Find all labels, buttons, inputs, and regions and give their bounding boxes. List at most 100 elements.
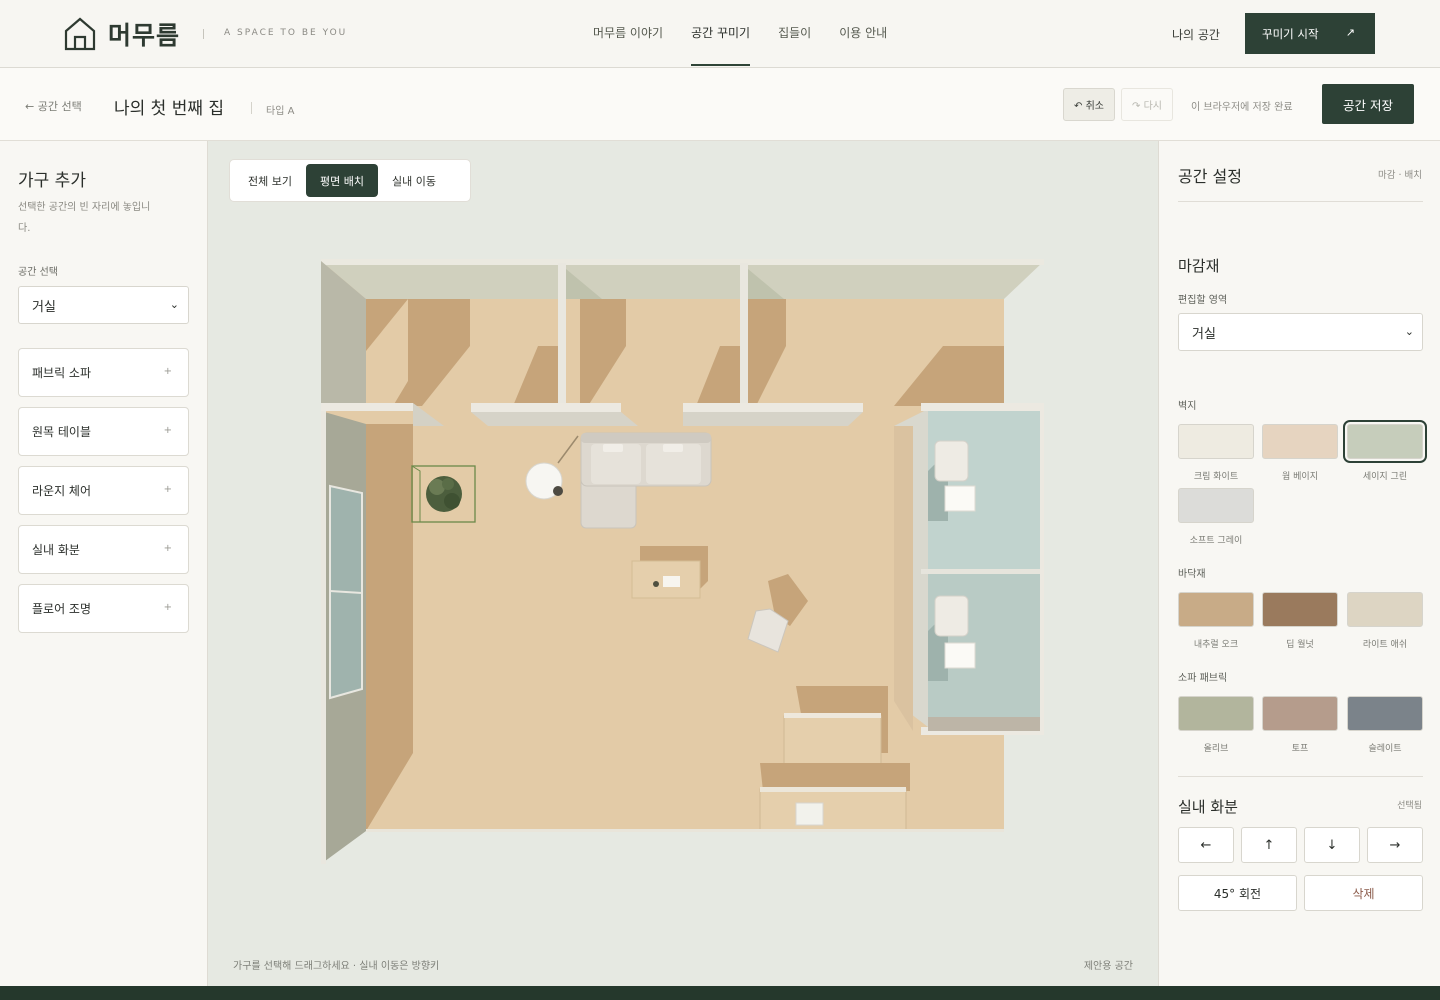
my-space-link[interactable]: 나의 공간 xyxy=(1172,26,1220,43)
floor-swatch-natural-oak[interactable] xyxy=(1178,592,1254,627)
area-select-dropdown[interactable]: 거실 ⌄ xyxy=(1178,313,1423,351)
table-book xyxy=(663,576,680,587)
space-settings-panel: 공간 설정 마감 · 배치 마감재 편집할 영역 거실 ⌄ 벽지 크림 화이트 … xyxy=(1158,141,1440,986)
plus-icon: + xyxy=(163,543,172,554)
move-up-button[interactable]: ↑ xyxy=(1241,827,1297,863)
lamp-base xyxy=(553,486,563,496)
tab-full-view[interactable]: 전체 보기 xyxy=(234,164,306,197)
inner-wall xyxy=(321,403,413,411)
toilet xyxy=(934,595,969,637)
sofa-back xyxy=(581,433,711,443)
logo-divider xyxy=(203,29,204,39)
sink xyxy=(944,642,976,669)
partition-wall xyxy=(558,263,566,406)
furniture-label: 라운지 체어 xyxy=(32,484,92,498)
rotate-45-button[interactable]: 45° 회전 xyxy=(1178,875,1297,911)
save-space-button[interactable]: 공간 저장 xyxy=(1322,84,1414,124)
floorplan-canvas[interactable]: 전체 보기 평면 배치 실내 이동 가구를 선택해 드래그하세요 · 실내 이동… xyxy=(208,141,1158,986)
partition-wall xyxy=(740,263,748,406)
sofa-swatch-olive[interactable] xyxy=(1178,696,1254,731)
bathroom-top-wall xyxy=(921,403,1044,411)
sideboard-top xyxy=(784,713,881,718)
sofa-pillow xyxy=(603,444,623,452)
view-mode-tabs: 전체 보기 평면 배치 실내 이동 xyxy=(229,159,471,202)
area-select-value: 거실 xyxy=(1192,326,1216,342)
delete-item-button[interactable]: 삭제 xyxy=(1304,875,1423,911)
furniture-label: 실내 화분 xyxy=(32,543,80,557)
divider xyxy=(1178,776,1423,777)
bathroom-divider xyxy=(921,569,1044,574)
add-wood-table-button[interactable]: 원목 테이블 + xyxy=(18,407,189,456)
nav-link-decorate[interactable]: 공간 꾸미기 xyxy=(691,0,751,68)
sink xyxy=(944,485,976,512)
move-left-button[interactable]: ← xyxy=(1178,827,1234,863)
swatch-label: 토프 xyxy=(1291,744,1309,754)
desk-top xyxy=(760,787,906,792)
bottom-wall xyxy=(366,829,1004,832)
inner-wall-shade xyxy=(471,412,638,426)
top-wall-edge xyxy=(321,259,1044,265)
swatch-label: 슬레이트 xyxy=(1368,744,1402,754)
sofa-swatch-taupe[interactable] xyxy=(1262,696,1338,731)
add-indoor-plant-button[interactable]: 실내 화분 + xyxy=(18,525,189,574)
desk-lamp xyxy=(795,802,824,826)
back-to-space-select-link[interactable]: ← 공간 선택 xyxy=(25,98,82,114)
plus-icon: + xyxy=(163,602,172,613)
wall-swatch-sage-green[interactable] xyxy=(1343,420,1427,463)
redo-button[interactable]: ↷ 다시 xyxy=(1121,88,1173,121)
house-icon xyxy=(64,17,96,51)
header-divider xyxy=(251,102,252,114)
selected-tag: 선택됨 xyxy=(1397,801,1422,811)
sideboard[interactable] xyxy=(783,715,882,765)
divider xyxy=(1178,201,1423,202)
wall-swatch-warm-beige[interactable] xyxy=(1262,424,1338,459)
add-floor-lamp-button[interactable]: 플로어 조명 + xyxy=(18,584,189,633)
furniture-label: 패브릭 소파 xyxy=(32,366,92,380)
add-furniture-panel: 가구 추가 선택한 공간의 빈 자리에 놓입니다. 공간 선택 거실 ⌄ 패브릭… xyxy=(0,141,208,986)
furniture-label: 플로어 조명 xyxy=(32,602,92,616)
move-down-button[interactable]: ↓ xyxy=(1304,827,1360,863)
tab-floor-plan[interactable]: 평면 배치 xyxy=(305,164,378,197)
inner-wall xyxy=(683,403,863,412)
start-decorating-button[interactable]: 꾸미기 시작 ↗ xyxy=(1245,13,1375,54)
right-wall-edge xyxy=(1040,403,1044,733)
move-right-button[interactable]: → xyxy=(1367,827,1423,863)
flooring-label: 바닥재 xyxy=(1178,569,1206,580)
add-lounge-chair-button[interactable]: 라운지 체어 + xyxy=(18,466,189,515)
space-title: 나의 첫 번째 집 xyxy=(114,99,225,119)
swatch-label: 라이트 애쉬 xyxy=(1362,640,1408,650)
wall-swatch-cream-white[interactable] xyxy=(1178,424,1254,459)
undo-button[interactable]: ↶ 취소 xyxy=(1063,88,1115,121)
save-status-text: 이 브라우저에 저장 완료 xyxy=(1191,102,1293,113)
table-cup xyxy=(653,581,659,587)
swatch-label: 딥 월넛 xyxy=(1286,640,1314,650)
settings-breadcrumb: 마감 · 배치 xyxy=(1377,170,1422,181)
floor-swatch-light-ash[interactable] xyxy=(1347,592,1423,627)
swatch-label: 내추럴 오크 xyxy=(1193,640,1239,650)
desk[interactable] xyxy=(759,788,907,832)
nav-link-story[interactable]: 머무름 이야기 xyxy=(593,0,663,68)
plus-icon: + xyxy=(163,484,172,495)
brand-logo[interactable]: 머무름 xyxy=(64,16,180,52)
floor-swatch-deep-walnut[interactable] xyxy=(1262,592,1338,627)
floorplan-view[interactable] xyxy=(208,141,1158,986)
tab-walkthrough[interactable]: 실내 이동 xyxy=(378,164,450,197)
wall-swatch-soft-gray[interactable] xyxy=(1178,488,1254,523)
plant-leaf xyxy=(442,478,454,490)
nav-link-guide[interactable]: 이용 안내 xyxy=(839,0,887,68)
panel-description: 선택한 공간의 빈 자리에 놓입니다. xyxy=(18,202,151,234)
nav-link-housewarming[interactable]: 집들이 xyxy=(778,0,811,68)
room-select-dropdown[interactable]: 거실 ⌄ xyxy=(18,286,189,324)
sofa-fabric-label: 소파 패브릭 xyxy=(1178,673,1228,684)
chevron-down-icon: ⌄ xyxy=(1404,325,1414,338)
footer-bar xyxy=(0,986,1440,1000)
inner-wall-shade xyxy=(683,412,863,426)
editor-header: ← 공간 선택 나의 첫 번째 집 타입 A ↶ 취소 ↷ 다시 이 브라우저에… xyxy=(0,68,1440,141)
brand-name: 머무름 xyxy=(108,21,181,50)
sofa-swatch-slate[interactable] xyxy=(1347,696,1423,731)
add-fabric-sofa-button[interactable]: 패브릭 소파 + xyxy=(18,348,189,397)
plus-icon: + xyxy=(163,425,172,436)
panel-title: 가구 추가 xyxy=(18,171,86,191)
main-nav: 머무름 이야기 공간 꾸미기 집들이 이용 안내 xyxy=(593,0,915,68)
canvas-note-text: 제안용 공간 xyxy=(1083,961,1133,972)
